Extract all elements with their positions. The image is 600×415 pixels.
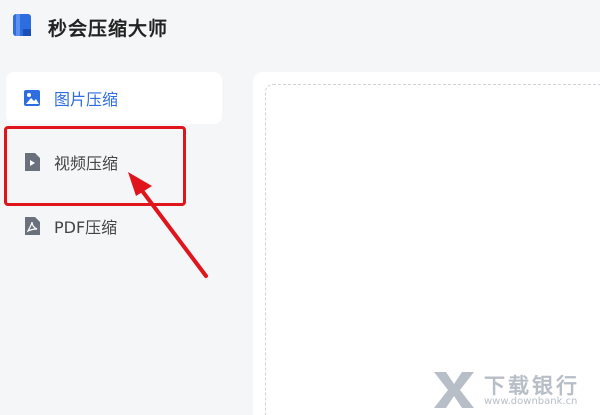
app-logo-icon (13, 14, 31, 36)
sidebar: 图片压缩 视频压缩 PDF压缩 (0, 72, 230, 415)
sidebar-item-pdf-compress[interactable]: PDF压缩 (6, 200, 222, 252)
watermark-logo-icon (434, 372, 474, 408)
main-panel (253, 72, 600, 415)
image-icon (24, 90, 40, 106)
watermark: 下载银行 www.downbank.cn (430, 368, 600, 412)
pdf-file-icon (25, 217, 40, 235)
file-drop-zone[interactable] (265, 84, 600, 415)
app-title: 秒会压缩大师 (48, 18, 169, 40)
sidebar-item-label: 图片压缩 (54, 90, 119, 109)
sidebar-item-label: PDF压缩 (54, 218, 118, 237)
sidebar-item-image-compress[interactable]: 图片压缩 (6, 72, 222, 124)
watermark-url: www.downbank.cn (484, 396, 578, 407)
title-bar: 秒会压缩大师 (0, 0, 600, 54)
annotation-highlight-box (4, 126, 186, 206)
